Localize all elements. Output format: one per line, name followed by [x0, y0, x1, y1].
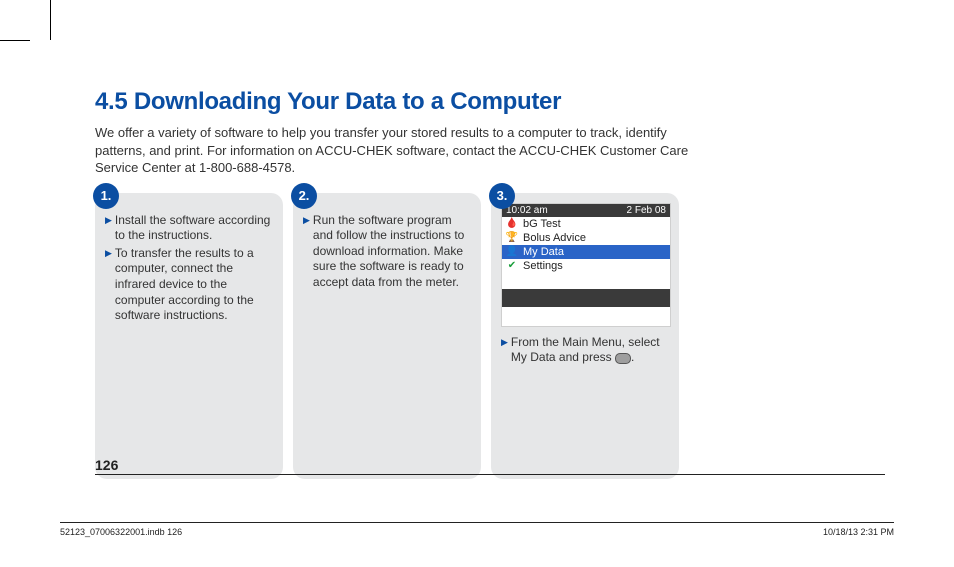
triangle-icon: ▶ — [303, 215, 310, 291]
step-3-bullet-1-text: From the Main Menu, select My Data and p… — [511, 335, 669, 366]
blood-drop-icon: 🩸 — [506, 218, 518, 230]
step-1-badge: 1. — [93, 183, 119, 209]
meter-menu-my-data-label: My Data — [523, 246, 564, 258]
intro-paragraph: We offer a variety of software to help y… — [95, 124, 715, 177]
step-2-badge: 2. — [291, 183, 317, 209]
step-1-card: 1. ▶ Install the software according to t… — [95, 193, 283, 479]
steps-row: 1. ▶ Install the software according to t… — [95, 193, 885, 479]
step-3-badge: 3. — [489, 183, 515, 209]
step-1-bullet-2-text: To transfer the results to a computer, c… — [115, 246, 273, 324]
meter-menu-my-data: 👤 My Data — [502, 245, 670, 259]
meter-screenshot: 10:02 am 2 Feb 08 🩸 bG Test 🏆 Bolus Advi… — [501, 203, 671, 327]
triangle-icon: ▶ — [105, 248, 112, 324]
meter-date: 2 Feb 08 — [627, 205, 666, 216]
meter-menu-settings: ✔ Settings — [502, 259, 670, 273]
step-2-bullet-1-text: Run the software program and follow the … — [313, 213, 471, 291]
check-icon: ✔ — [506, 260, 518, 272]
person-icon: 👤 — [506, 246, 518, 258]
step-1-bullet-1: ▶ Install the software according to the … — [105, 213, 273, 244]
meter-menu-bg-test: 🩸 bG Test — [502, 217, 670, 231]
ok-button-icon — [615, 353, 631, 364]
step-3-bullet-1: ▶ From the Main Menu, select My Data and… — [501, 335, 669, 366]
step-3-card: 3. 10:02 am 2 Feb 08 🩸 bG Test 🏆 Bolus A… — [491, 193, 679, 479]
triangle-icon: ▶ — [105, 215, 112, 244]
meter-menu-bolus-advice-label: Bolus Advice — [523, 232, 586, 244]
page-number-row: 126 — [95, 474, 885, 495]
crop-mark — [30, 0, 51, 40]
section-heading: 4.5 Downloading Your Data to a Computer — [95, 88, 885, 116]
page-content: 4.5 Downloading Your Data to a Computer … — [95, 88, 885, 479]
meter-menu-settings-label: Settings — [523, 260, 563, 272]
meter-status-bar: 10:02 am 2 Feb 08 — [502, 204, 670, 217]
step-3-bullet-1-text-a: From the Main Menu, select My Data and p… — [511, 335, 660, 365]
step-2-card: 2. ▶ Run the software program and follow… — [293, 193, 481, 479]
step-1-bullet-1-text: Install the software according to the in… — [115, 213, 273, 244]
meter-menu-bolus-advice: 🏆 Bolus Advice — [502, 231, 670, 245]
print-footer: 52123_07006322001.indb 126 10/18/13 2:31… — [60, 522, 894, 537]
meter-bottom-bar — [502, 289, 670, 307]
step-3-bullet-1-text-b: . — [631, 350, 634, 364]
step-1-bullet-2: ▶ To transfer the results to a computer,… — [105, 246, 273, 324]
bolus-icon: 🏆 — [506, 232, 518, 244]
meter-time: 10:02 am — [506, 205, 548, 216]
footer-left: 52123_07006322001.indb 126 — [60, 527, 182, 537]
step-2-bullet-1: ▶ Run the software program and follow th… — [303, 213, 471, 291]
meter-menu: 🩸 bG Test 🏆 Bolus Advice 👤 My Data ✔ Set… — [502, 217, 670, 273]
step-2-body: ▶ Run the software program and follow th… — [303, 213, 471, 291]
step-1-body: ▶ Install the software according to the … — [105, 213, 273, 324]
triangle-icon: ▶ — [501, 337, 508, 366]
page-number: 126 — [95, 457, 118, 473]
meter-menu-bg-test-label: bG Test — [523, 218, 561, 230]
step-3-body: ▶ From the Main Menu, select My Data and… — [501, 335, 669, 366]
footer-right: 10/18/13 2:31 PM — [823, 527, 894, 537]
